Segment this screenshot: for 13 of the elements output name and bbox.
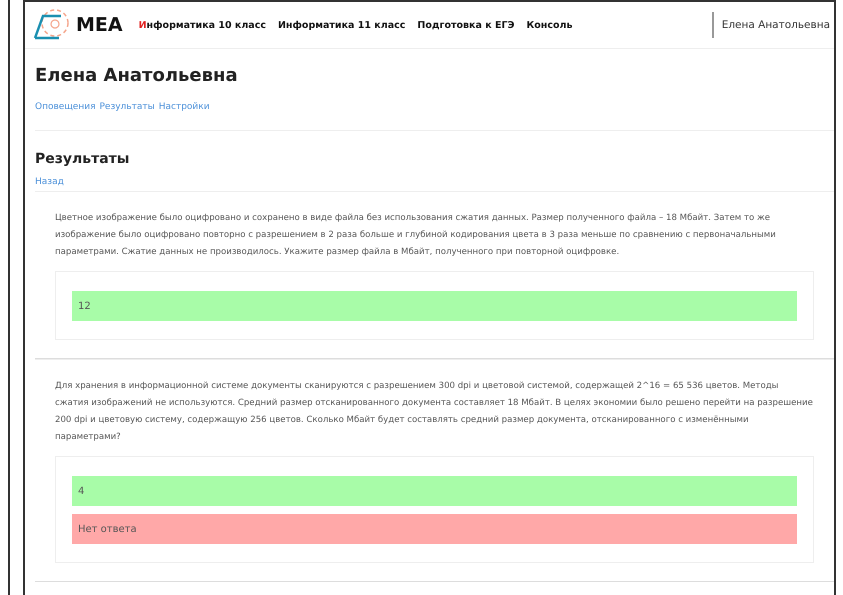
nav-link[interactable]: Информатика 11 класс bbox=[278, 20, 406, 30]
section-title: Результаты bbox=[35, 151, 130, 167]
logo-text: МЕА bbox=[76, 14, 123, 36]
user-name[interactable]: Елена Анатольевна bbox=[722, 19, 830, 31]
nav-link[interactable]: Консоль bbox=[526, 20, 572, 30]
nav-link[interactable]: Информатика 10 класс bbox=[138, 20, 266, 30]
nav-link[interactable]: Подготовка к ЕГЭ bbox=[417, 20, 514, 30]
answer-bar: 4 bbox=[72, 476, 797, 506]
question-text: Для хранения в информационной системе документы сканируются с разрешением 300 dpi и цветовой системой, содержащей 2^16 = 65 536 цветов. Методы сжатия изображений не используются. Средний размер отсканированного документа составляет 18 Мбайт. В целях экономии было решено перейти на разрешение 200 dpi и цветовую систему, содержащую 256 цветов. Сколько Мбайт будет составлять средний размер документа, отсканированного с изменёнными параметрами? bbox=[55, 380, 814, 444]
question-text: Цветное изображение было оцифровано и сохранено в виде файла без использования сжатия данных. Размер полученного файла – 18 Мбайт. Затем то же изображение было оцифровано повторно с разрешением в 2 раза больше и глубиной кодирования цвета в 3 раза меньше по сравнению с первоначальными параметрами. Сжатие данных не производилось. Укажите размер файла в Мбайт, полученного при повторной оцифровке. bbox=[55, 212, 777, 259]
answer-bar: 12 bbox=[72, 291, 797, 321]
answer-bar: Нет ответа bbox=[72, 514, 797, 544]
page-title: Елена Анатольевна bbox=[35, 65, 239, 86]
